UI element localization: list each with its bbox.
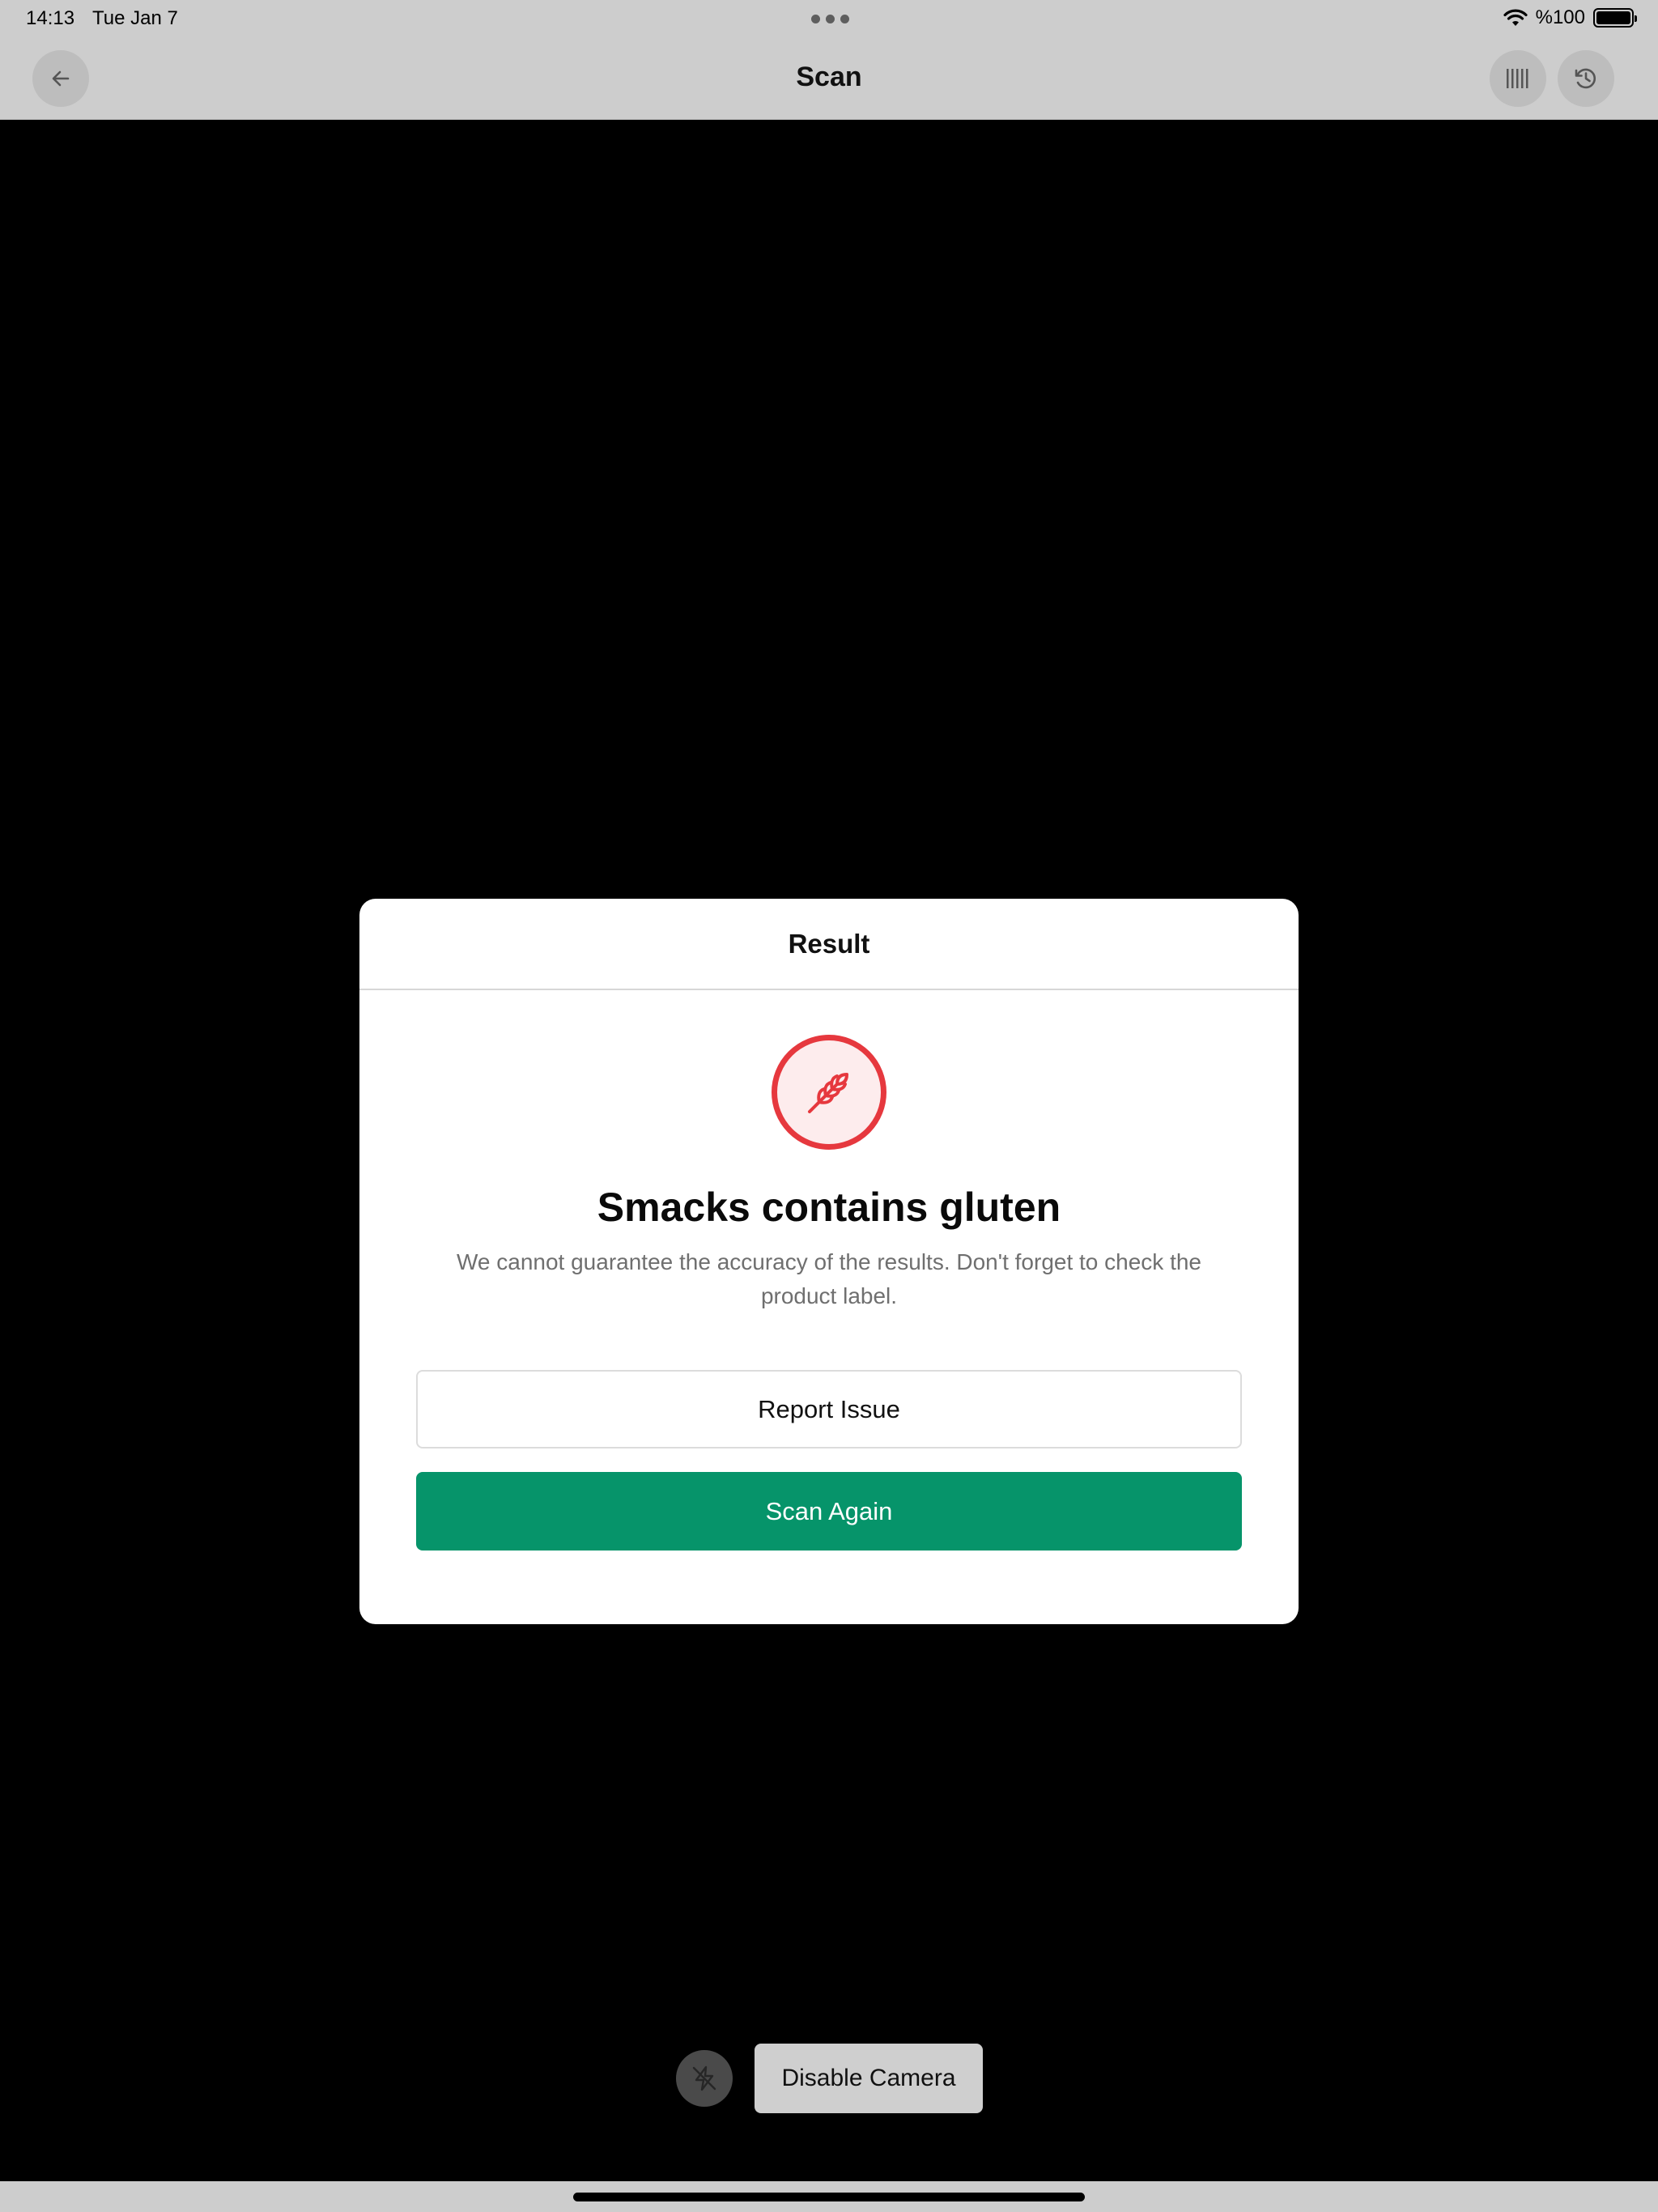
disable-camera-button[interactable]: Disable Camera — [755, 2044, 983, 2113]
barcode-icon — [1507, 69, 1528, 88]
result-disclaimer: We cannot guarantee the accuracy of the … — [456, 1249, 1202, 1308]
gluten-wheat-icon — [772, 1035, 886, 1150]
status-date: Tue Jan 7 — [92, 7, 178, 29]
barcode-button[interactable] — [1490, 50, 1546, 107]
result-modal: Result Smacks contains gluten We cannot … — [359, 899, 1299, 1624]
navigation-bar: Scan — [0, 37, 1658, 120]
flash-off-icon — [692, 2065, 716, 2091]
wifi-icon — [1503, 9, 1528, 26]
modal-header: Result — [359, 899, 1299, 990]
battery-icon — [1593, 8, 1637, 28]
battery-percentage: %100 — [1535, 6, 1585, 28]
scan-screen: 14:13 Tue Jan 7 %100 Scan Result Smacks … — [0, 0, 1658, 2212]
scan-again-button[interactable]: Scan Again — [416, 1472, 1242, 1551]
flash-toggle-button[interactable] — [676, 2050, 733, 2107]
wheat-icon — [808, 1073, 848, 1113]
home-indicator[interactable] — [573, 2193, 1085, 2201]
page-title: Scan — [796, 62, 862, 92]
bottom-bar — [0, 2181, 1658, 2212]
multitasking-dots-icon[interactable] — [811, 15, 849, 23]
status-bar: 14:13 Tue Jan 7 %100 — [0, 0, 1658, 37]
status-time: 14:13 — [26, 7, 75, 29]
history-button[interactable] — [1558, 50, 1614, 107]
result-title: Smacks contains gluten — [597, 1185, 1061, 1230]
history-icon — [1575, 68, 1596, 89]
status-right: %100 — [1503, 6, 1637, 29]
report-issue-button[interactable]: Report Issue — [416, 1370, 1242, 1448]
